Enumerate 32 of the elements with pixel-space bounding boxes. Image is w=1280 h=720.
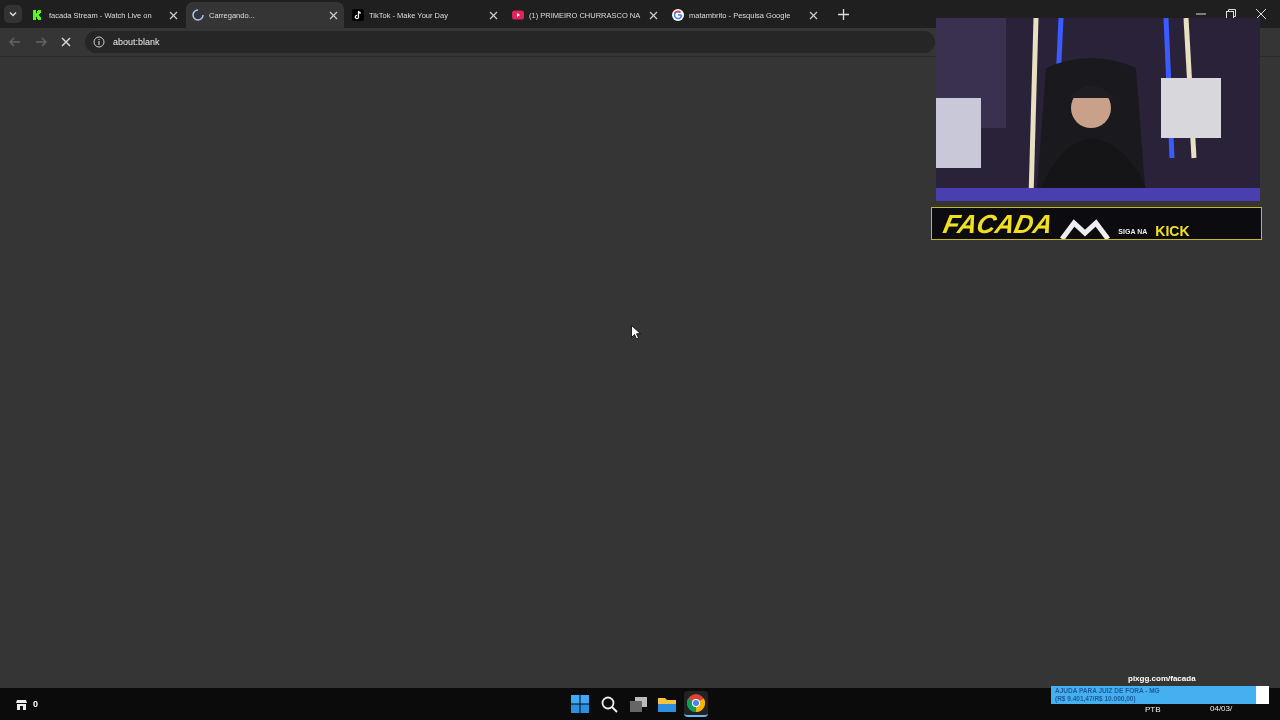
m-logo-icon	[1060, 219, 1111, 239]
platform-name: KICK	[1155, 223, 1190, 239]
loading-spinner-icon	[192, 9, 204, 21]
taskbar-app[interactable]	[684, 691, 708, 717]
date-text[interactable]: 04/03/	[1210, 704, 1233, 713]
shop-icon	[16, 698, 27, 710]
k-logo-icon	[32, 9, 44, 21]
close-icon[interactable]	[809, 10, 818, 20]
chrome-logo-icon	[687, 694, 705, 712]
chevron-down-icon	[8, 9, 18, 19]
restore-icon[interactable]	[1226, 9, 1236, 19]
play-logo-icon	[512, 10, 524, 20]
address-bar[interactable]: about:blank	[85, 31, 935, 53]
close-icon[interactable]	[489, 10, 498, 20]
folder-icon	[658, 696, 676, 712]
mouse-cursor-icon	[631, 325, 641, 340]
search-icon	[600, 695, 618, 713]
note-logo-icon	[352, 9, 364, 21]
tab-search-button[interactable]	[4, 5, 22, 23]
widget-button[interactable]: 0	[16, 698, 38, 710]
windows-logo-icon	[571, 695, 589, 713]
banner-title: FACADA	[940, 209, 1056, 239]
close-icon[interactable]	[1256, 9, 1266, 19]
new-tab-icon[interactable]	[838, 8, 849, 20]
close-icon[interactable]	[169, 10, 178, 20]
g-logo-icon	[672, 9, 684, 21]
language-indicator[interactable]: PTB	[1145, 705, 1161, 714]
windows-stack-icon	[629, 696, 647, 712]
close-icon[interactable]	[649, 10, 658, 20]
close-icon[interactable]	[329, 10, 338, 20]
stop-icon[interactable]	[61, 37, 71, 47]
info-icon	[93, 36, 105, 48]
